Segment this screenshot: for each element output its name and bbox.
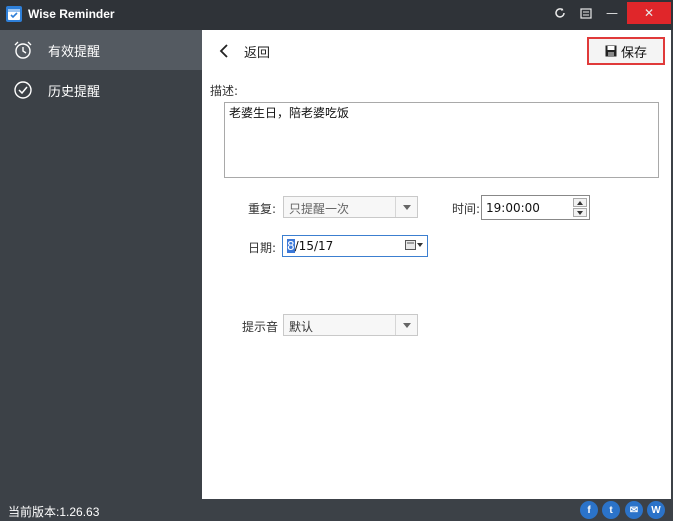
sidebar-item-active-reminders[interactable]: 有效提醒	[0, 30, 202, 70]
description-label: 描述:	[210, 84, 239, 98]
reminder-edit-panel: 返回 保存 描述: 老婆生日，陪老婆吃饭 重复: 只提醒一次 时间: 19:00…	[202, 30, 671, 499]
status-bar: 当前版本:1.26.63 f t ✉ W	[0, 499, 673, 521]
date-rest: /15/17	[294, 239, 334, 253]
sidebar: 有效提醒 历史提醒	[0, 30, 202, 499]
settings-menu-icon[interactable]	[572, 0, 600, 26]
app-title: Wise Reminder	[28, 7, 115, 21]
time-value: 19:00:00	[486, 201, 540, 215]
chevron-left-icon	[219, 44, 228, 58]
repeat-label: 重复:	[247, 202, 276, 216]
save-button[interactable]: 保存	[587, 37, 665, 65]
repeat-value: 只提醒一次	[289, 202, 350, 216]
save-label: 保存	[620, 45, 647, 61]
description-textarea[interactable]: 老婆生日，陪老婆吃饭	[224, 102, 659, 178]
app-logo-icon	[6, 6, 22, 22]
refresh-icon[interactable]	[546, 0, 574, 26]
check-circle-icon	[12, 79, 34, 101]
sound-select[interactable]: 默认	[283, 314, 418, 336]
date-label: 日期:	[247, 241, 276, 255]
sidebar-item-history-reminders[interactable]: 历史提醒	[0, 70, 202, 110]
alarm-clock-icon	[12, 39, 34, 61]
chevron-down-icon[interactable]	[395, 315, 417, 335]
email-icon[interactable]: ✉	[625, 501, 643, 519]
version-text: 当前版本:1.26.63	[8, 505, 100, 519]
date-picker[interactable]: 8/15/17	[282, 235, 428, 257]
spin-up-icon[interactable]	[573, 198, 587, 207]
repeat-select[interactable]: 只提醒一次	[283, 196, 418, 218]
time-input[interactable]: 19:00:00	[481, 195, 590, 220]
time-label: 时间:	[451, 202, 480, 216]
wisecleaner-icon[interactable]: W	[647, 501, 665, 519]
twitter-icon[interactable]: t	[602, 501, 620, 519]
sound-label: 提示音	[241, 320, 278, 334]
facebook-icon[interactable]: f	[580, 501, 598, 519]
sidebar-item-label: 历史提醒	[48, 84, 101, 100]
close-button[interactable]: ✕	[627, 2, 671, 24]
date-month-selected: 8	[287, 239, 295, 253]
minimize-button[interactable]: —	[598, 0, 626, 26]
spin-down-icon[interactable]	[573, 208, 587, 217]
date-value: 8/15/17	[287, 239, 333, 253]
chevron-down-icon[interactable]	[395, 197, 417, 217]
back-button[interactable]: 返回	[216, 40, 270, 62]
title-bar: Wise Reminder — ✕	[0, 0, 673, 30]
back-label: 返回	[244, 45, 271, 61]
calendar-icon[interactable]	[405, 239, 423, 251]
sidebar-item-label: 有效提醒	[48, 44, 101, 60]
sound-value: 默认	[289, 320, 314, 334]
floppy-disk-icon	[605, 45, 617, 57]
